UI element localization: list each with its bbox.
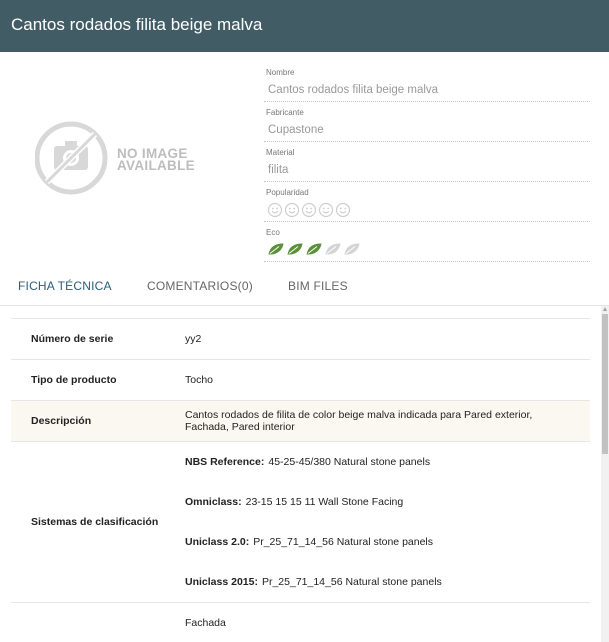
product-fields: Nombre Cantos rodados filita beige malva… [264, 62, 590, 262]
tab-ficha-tecnica[interactable]: FICHA TÉCNICA [18, 279, 112, 293]
table-row: Número de serie yy2 [11, 318, 590, 360]
leaf-icon[interactable] [305, 242, 323, 256]
table-row: Fachada [11, 602, 590, 642]
spec-key: Descripción [11, 400, 171, 442]
material-value: filita [268, 164, 289, 176]
classification-item: NBS Reference: 45-25-45/380 Natural stone… [185, 456, 431, 468]
smiley-icon[interactable] [267, 202, 283, 218]
field-fabricante: Fabricante Cupastone [264, 102, 590, 142]
field-material: Material filita [264, 142, 590, 182]
vertical-scrollbar[interactable] [601, 306, 609, 642]
no-camera-icon [35, 121, 108, 195]
spec-value: yy2 [171, 318, 590, 360]
eco-rating[interactable] [267, 242, 361, 256]
smiley-icon[interactable] [301, 202, 317, 218]
smiley-icon[interactable] [318, 202, 334, 218]
spec-panel: Número de serie yy2 Tipo de producto Toc… [0, 306, 601, 642]
smiley-icon[interactable] [284, 202, 300, 218]
spec-value: Tocho [171, 359, 590, 401]
classification-item: Uniclass 2015: Pr_25_71_14_56 Natural sto… [185, 576, 442, 588]
classification-list: NBS Reference: 45-25-45/380 Natural stone… [171, 441, 590, 603]
classification-item: Omniclass: 23-15 15 15 11 Wall Stone Faci… [185, 496, 404, 508]
spec-value: Cantos rodados de filita de color beige … [171, 400, 590, 442]
leaf-icon[interactable] [324, 242, 342, 256]
spec-table: Número de serie yy2 Tipo de producto Toc… [11, 318, 590, 642]
leaf-icon[interactable] [286, 242, 304, 256]
popularity-rating[interactable] [267, 202, 351, 218]
spec-value: Fachada [171, 602, 590, 642]
tab-bim-files[interactable]: BIM FILES [288, 279, 348, 293]
table-row: Tipo de producto Tocho [11, 359, 590, 401]
classification-item: Uniclass 2.0: Pr_25_71_14_56 Natural ston… [185, 536, 434, 548]
leaf-icon[interactable] [267, 242, 285, 256]
tab-comentarios[interactable]: COMENTARIOS(0) [147, 279, 253, 293]
table-row: Sistemas de clasificación NBS Reference:… [11, 441, 590, 603]
leaf-icon[interactable] [343, 242, 361, 256]
field-nombre: Nombre Cantos rodados filita beige malva [264, 62, 590, 102]
field-popularidad: Popularidad [264, 182, 590, 222]
spec-key: Sistemas de clasificación [11, 441, 171, 603]
page-title: Cantos rodados filita beige malva [11, 15, 263, 34]
scrollbar-thumb[interactable] [602, 314, 608, 454]
app-header: Cantos rodados filita beige malva [0, 0, 609, 52]
fabricante-value[interactable]: Cupastone [268, 124, 324, 136]
spec-key: Tipo de producto [11, 359, 171, 401]
spec-key: Número de serie [11, 318, 171, 360]
product-summary: NO IMAGE AVAILABLE Nombre Cantos rodados… [0, 52, 609, 264]
scroll-up-icon[interactable] [603, 307, 607, 311]
spec-key [11, 602, 171, 642]
tab-bar: FICHA TÉCNICA COMENTARIOS(0) BIM FILES [0, 264, 609, 306]
field-eco: Eco [264, 222, 590, 262]
no-image-text: NO IMAGE AVAILABLE [117, 146, 195, 173]
no-image-placeholder: NO IMAGE AVAILABLE [35, 120, 225, 200]
smiley-icon[interactable] [335, 202, 351, 218]
table-row: Descripción Cantos rodados de filita de … [11, 400, 590, 442]
nombre-value: Cantos rodados filita beige malva [268, 84, 439, 96]
